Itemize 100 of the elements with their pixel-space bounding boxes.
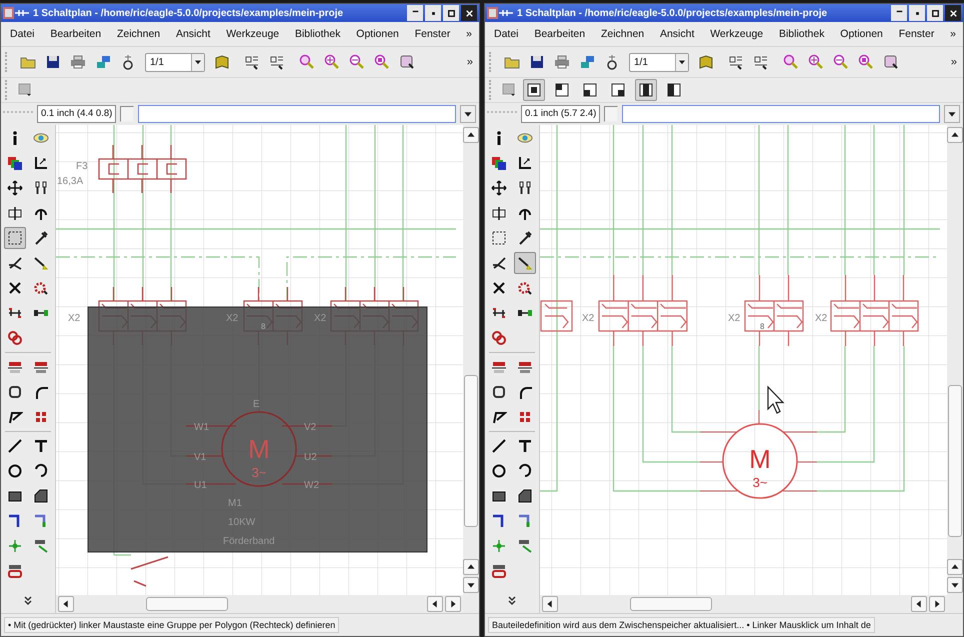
terminal-label: U2	[304, 452, 317, 463]
grid-quadrant-icon	[582, 82, 598, 98]
part-name: X2	[582, 313, 594, 324]
menu-item[interactable]: Ansicht	[658, 27, 696, 41]
scroll-up-button[interactable]	[947, 127, 963, 143]
zoom-out-icon[interactable]	[833, 54, 849, 70]
scroll-right-button[interactable]	[929, 596, 945, 612]
window-title: 1 Schaltplan - /home/ric/eagle-5.0.0/projects/examples/mein-proje	[517, 8, 828, 18]
coordinate-display: 0.1 inch (4.4 0.8)	[37, 105, 116, 123]
menu-item[interactable]: Bearbeiten	[533, 27, 586, 41]
layout-button[interactable]	[523, 79, 545, 101]
text-tool-icon	[517, 438, 533, 454]
layout-button[interactable]	[635, 79, 657, 101]
line-icon	[491, 438, 507, 454]
scroll-up-button[interactable]	[947, 559, 963, 575]
zoom-in-icon[interactable]	[324, 54, 340, 70]
menu-item[interactable]: Zeichnen	[116, 27, 162, 41]
junction-icon	[7, 538, 23, 554]
text-tool-icon	[33, 438, 49, 454]
small-field[interactable]	[604, 106, 618, 122]
terminal-label: U1	[194, 480, 207, 491]
menu-item[interactable]: Fenster	[898, 27, 936, 41]
terminal-label: V1	[194, 452, 206, 463]
terminal-label: E	[253, 399, 260, 410]
more-tools-button[interactable]: »	[950, 56, 957, 68]
tool-button[interactable]	[514, 252, 536, 274]
grid-quadrant-icon	[554, 82, 570, 98]
menu-item[interactable]: Bibliothek	[778, 27, 826, 41]
tool-button[interactable]	[4, 227, 26, 249]
scroll-left-button[interactable]	[58, 596, 74, 612]
dropdown-button[interactable]	[944, 105, 960, 123]
layers-icon	[491, 155, 507, 171]
zoom-fit-icon[interactable]	[299, 54, 315, 70]
zoom-dropdown[interactable]: 1/1	[629, 52, 689, 72]
dropdown-button[interactable]	[460, 105, 476, 123]
move-icon	[7, 180, 23, 196]
menu-item[interactable]: Bibliothek	[294, 27, 342, 41]
printer-icon[interactable]	[554, 54, 570, 70]
part-name: M1	[228, 498, 242, 509]
grid-quadrant-icon	[610, 82, 626, 98]
arc-icon	[33, 463, 49, 479]
scroll-up-button[interactable]	[463, 559, 479, 575]
part-name: X2	[815, 313, 828, 324]
motor-phases: 3~	[252, 465, 266, 480]
zoom-select-icon[interactable]	[858, 54, 874, 70]
menu-item[interactable]: Bearbeiten	[49, 27, 102, 41]
menu-item[interactable]: Ansicht	[174, 27, 212, 41]
delete-icon	[7, 280, 23, 296]
scroll-left-button[interactable]	[911, 596, 927, 612]
miter-icon	[33, 384, 49, 400]
zoom-select-icon[interactable]	[374, 54, 390, 70]
book-icon[interactable]	[214, 54, 230, 70]
scroll-left-button[interactable]	[542, 596, 558, 612]
command-input[interactable]	[622, 105, 940, 123]
part-value: 10KW	[228, 517, 256, 528]
miter-icon	[517, 384, 533, 400]
command-input[interactable]	[138, 105, 456, 123]
menu-item[interactable]: Datei	[9, 27, 36, 41]
zoom-out-icon[interactable]	[349, 54, 365, 70]
scroll-left-button[interactable]	[427, 596, 443, 612]
zoom-in-icon[interactable]	[808, 54, 824, 70]
grid-quadrant-icon	[638, 82, 654, 98]
scrollbar-thumb[interactable]	[948, 385, 962, 537]
scroll-down-button[interactable]	[947, 577, 963, 593]
scroll-down-button[interactable]	[463, 577, 479, 593]
menu-item[interactable]: Zeichnen	[600, 27, 646, 41]
terminal-block	[540, 300, 573, 332]
menu-item[interactable]: Datei	[493, 27, 520, 41]
scrollbar-thumb[interactable]	[630, 597, 712, 611]
scrollbar-thumb[interactable]	[464, 375, 478, 527]
app-icon[interactable]	[3, 7, 29, 19]
app-icon[interactable]	[487, 7, 513, 19]
small-field[interactable]	[120, 106, 134, 122]
chain-icon	[7, 330, 23, 346]
menu-item[interactable]: Optionen	[839, 27, 884, 41]
grid-quadrant-icon	[526, 82, 542, 98]
part-name: X2	[226, 313, 238, 324]
zoom-fit-icon[interactable]	[783, 54, 799, 70]
window-title: 1 Schaltplan - /home/ric/eagle-5.0.0/projects/examples/mein-proje	[33, 8, 344, 18]
zoom-dropdown[interactable]: 1/1	[145, 52, 205, 72]
polygon-icon	[33, 488, 49, 504]
more-menu-button[interactable]: »	[949, 27, 957, 41]
part-value: 16,3A	[57, 176, 84, 187]
menu-item[interactable]: Optionen	[355, 27, 400, 41]
part-name: X2	[314, 313, 326, 324]
book-icon[interactable]	[698, 54, 714, 70]
circle-icon	[7, 463, 23, 479]
printer-icon[interactable]	[70, 54, 86, 70]
menu-item[interactable]: Werkzeuge	[225, 27, 280, 41]
menu-item[interactable]: Werkzeuge	[709, 27, 764, 41]
mirror-icon	[7, 205, 23, 221]
more-tools-button[interactable]: »	[466, 56, 473, 68]
move-icon	[491, 180, 507, 196]
menu-item[interactable]: Fenster	[414, 27, 452, 41]
status-message: Bauteiledefinition wird aus dem Zwischenspeicher aktualisiert... • Linker Mausklick um Inhalt de	[488, 617, 875, 633]
axis-corner-icon	[517, 155, 533, 171]
scroll-up-button[interactable]	[463, 127, 479, 143]
more-menu-button[interactable]: »	[465, 27, 473, 41]
scroll-right-button[interactable]	[445, 596, 461, 612]
scrollbar-thumb[interactable]	[146, 597, 228, 611]
